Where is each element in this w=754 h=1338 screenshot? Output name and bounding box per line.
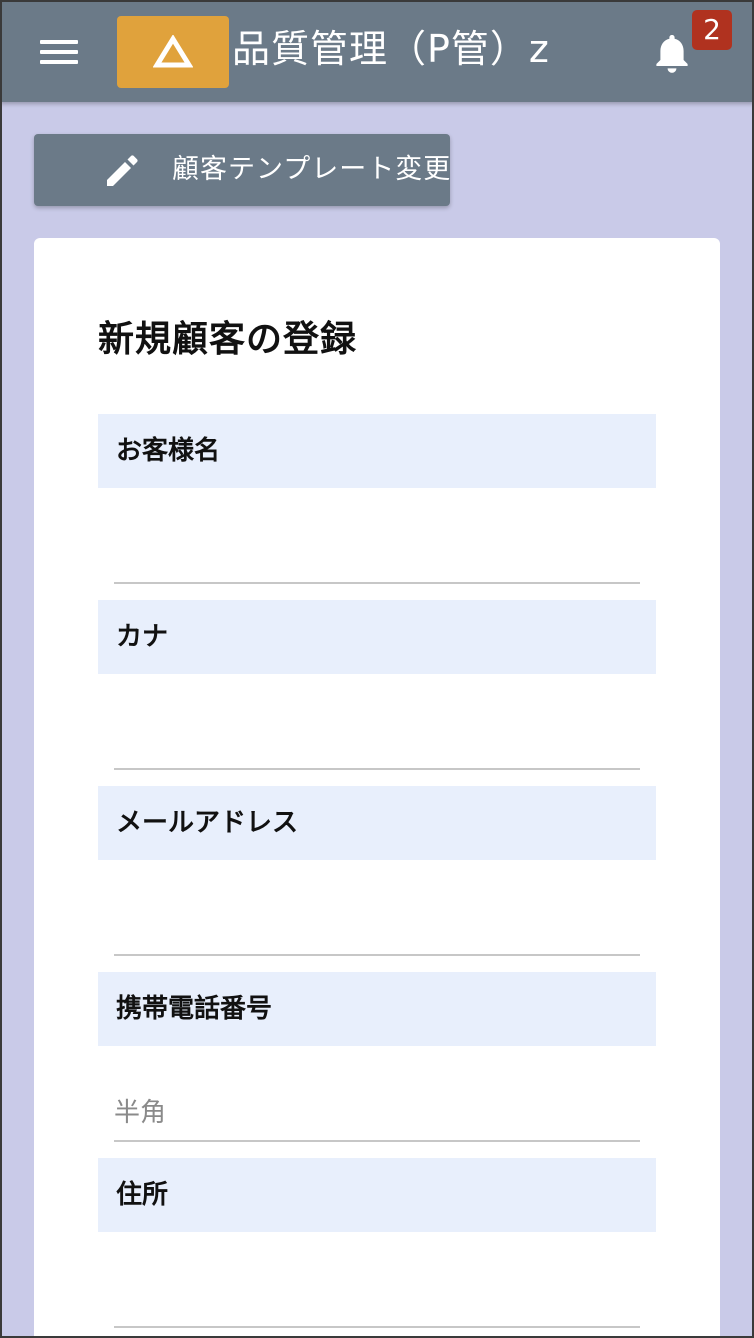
triangle-logo-icon bbox=[153, 35, 193, 68]
email-input[interactable] bbox=[114, 900, 640, 956]
address-label: 住所 bbox=[98, 1158, 656, 1232]
mobile-phone-label: 携帯電話番号 bbox=[98, 972, 656, 1046]
form-title: 新規顧客の登録 bbox=[98, 319, 358, 360]
hamburger-menu-icon[interactable] bbox=[40, 38, 78, 66]
kana-input[interactable] bbox=[114, 714, 640, 770]
mobile-phone-input[interactable] bbox=[114, 1086, 640, 1142]
customer-name-input[interactable] bbox=[114, 528, 640, 584]
address-input[interactable] bbox=[114, 1272, 640, 1328]
change-customer-template-label: 顧客テンプレート変更 bbox=[172, 154, 452, 185]
notification-count-badge: 2 bbox=[692, 10, 732, 50]
app-title: 品質管理（P管）z bbox=[232, 27, 550, 71]
pencil-icon bbox=[107, 155, 138, 186]
bell-icon bbox=[656, 35, 688, 73]
kana-label: カナ bbox=[98, 600, 656, 674]
customer-registration-card: 新規顧客の登録 お客様名 カナ メールアドレス 携帯電話番号 住所 bbox=[34, 238, 720, 1338]
app-logo[interactable] bbox=[117, 16, 229, 88]
email-label: メールアドレス bbox=[98, 786, 656, 860]
notifications-button[interactable] bbox=[654, 32, 690, 74]
customer-name-label: お客様名 bbox=[98, 414, 656, 488]
change-customer-template-button[interactable]: 顧客テンプレート変更 bbox=[34, 134, 450, 206]
app-bar: 品質管理（P管）z 2 bbox=[0, 0, 754, 102]
